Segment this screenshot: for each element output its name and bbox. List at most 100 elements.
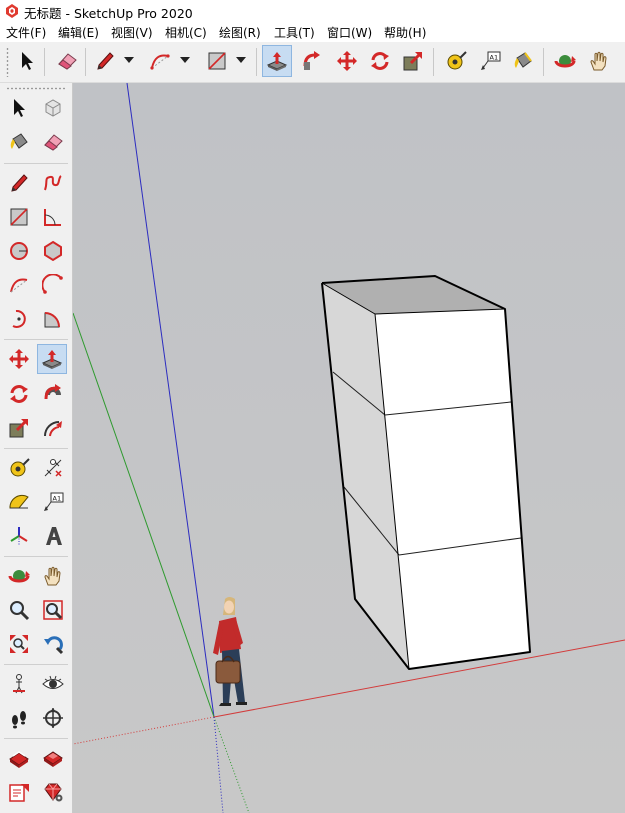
palette-grip[interactable] [6,87,66,90]
follow-me-tool-button[interactable] [297,45,327,77]
palette-3d-text-button[interactable] [38,521,68,551]
rotate-tool-button[interactable] [365,45,395,77]
palette-text-button[interactable]: A1 [38,487,68,517]
pie-icon [44,312,60,328]
pencil-tool-button[interactable] [90,45,120,77]
rectangle-tool-button[interactable] [202,45,232,77]
svg-text:A1: A1 [490,54,499,62]
palette-eraser-button[interactable] [38,127,68,157]
palette-push-pull-button[interactable] [37,344,67,374]
eraser-tool-button[interactable] [52,45,82,77]
palette-circle-button[interactable] [4,236,34,266]
palette-offset-button[interactable] [38,413,68,443]
palette-look-around-button[interactable] [38,669,68,699]
freehand-squiggle-icon [44,175,62,191]
palette-zoom-button[interactable] [4,595,34,625]
pan-tool-button[interactable] [584,45,614,77]
palette-walk-button[interactable] [4,703,34,733]
palette-freehand-button[interactable] [38,168,68,198]
push-pull-tool-button[interactable] [262,45,292,77]
palette-rotated-rectangle-button[interactable] [38,202,68,232]
palette-rotate-button[interactable] [4,379,34,409]
pencil-dropdown[interactable] [122,45,136,77]
dropdown-arrow-icon [236,57,246,63]
scale-tool-button[interactable] [398,45,428,77]
palette-3d-warehouse-button[interactable] [4,743,34,773]
hand-pan-icon [590,51,607,71]
arrow-cursor-icon [22,52,33,70]
toolbar-grip[interactable] [6,47,9,77]
palette-extension-warehouse-button[interactable] [38,743,68,773]
rectangle-dropdown[interactable] [234,45,248,77]
palette-protractor-button[interactable] [4,487,34,517]
palette-previous-view-button[interactable] [38,629,68,659]
tape-measure-icon [10,458,30,477]
menu-window[interactable]: 窗口(W) [327,24,372,41]
scene-canvas[interactable] [73,83,625,813]
toolbar-divider [543,48,544,76]
palette-position-camera-button[interactable] [4,669,34,699]
menu-tools[interactable]: 工具(T) [274,24,315,41]
paint-bucket-tool-button[interactable] [508,45,538,77]
three-point-arc-icon [12,309,26,328]
arc-dropdown[interactable] [178,45,192,77]
palette-zoom-extents-button[interactable] [4,629,34,659]
palette-scale-button[interactable] [4,413,34,443]
palette-line-button[interactable] [4,168,34,198]
menu-help[interactable]: 帮助(H) [384,24,426,41]
position-camera-icon [13,674,25,694]
menu-camera[interactable]: 相机(C) [165,24,207,41]
palette-component-button[interactable] [38,93,68,123]
palette-pan-button[interactable] [38,561,68,591]
menu-view[interactable]: 视图(V) [111,24,153,41]
scale-icon [403,51,423,71]
palette-move-button[interactable] [4,344,34,374]
palette-3-point-arc-button[interactable] [4,304,34,334]
toolbar-divider [85,48,86,76]
svg-text:A1: A1 [53,495,62,503]
palette-2-point-arc-button[interactable] [38,270,68,300]
drawing-viewport[interactable] [73,83,625,813]
arc-icon [10,278,28,293]
text-label-icon: A1 [481,51,501,70]
text-tool-button[interactable]: A1 [475,45,505,77]
previous-view-icon [44,636,64,655]
move-tool-button[interactable] [332,45,362,77]
eye-icon [42,675,64,689]
palette-pie-button[interactable] [38,304,68,334]
arc-tool-button[interactable] [145,45,175,77]
select-tool-button[interactable] [12,45,42,77]
title-bar: 无标题 - SketchUp Pro 2020 [0,0,625,22]
palette-layout-button[interactable] [4,777,34,807]
menu-edit[interactable]: 编辑(E) [58,24,99,41]
palette-rectangle-button[interactable] [4,202,34,232]
menu-draw[interactable]: 绘图(R) [219,24,261,41]
dimension-icon [44,459,62,477]
orbit-tool-button[interactable] [550,45,580,77]
toolbar-divider [433,48,434,76]
ruby-gem-icon [44,783,63,802]
palette-extension-manager-button[interactable] [38,777,68,807]
palette-follow-me-button[interactable] [38,379,68,409]
orbit-icon [554,55,576,68]
palette-section-plane-button[interactable] [38,703,68,733]
palette-arc-button[interactable] [4,270,34,300]
palette-tape-measure-button[interactable] [4,453,34,483]
palette-dimension-button[interactable] [38,453,68,483]
tape-measure-icon [447,51,467,70]
palette-divider [4,556,68,557]
palette-paint-bucket-button[interactable] [4,127,34,157]
3d-text-icon [46,527,62,545]
rotate-icon [371,52,389,70]
palette-axes-button[interactable] [4,521,34,551]
palette-polygon-button[interactable] [38,236,68,266]
polygon-icon [44,240,62,262]
palette-zoom-window-button[interactable] [38,595,68,625]
menu-file[interactable]: 文件(F) [6,24,46,41]
tape-measure-tool-button[interactable] [441,45,471,77]
palette-select-button[interactable] [4,93,34,123]
toolbar-divider [256,48,257,76]
palette-divider [4,163,68,164]
tool-palette: A1 [0,83,73,813]
palette-orbit-button[interactable] [4,561,34,591]
